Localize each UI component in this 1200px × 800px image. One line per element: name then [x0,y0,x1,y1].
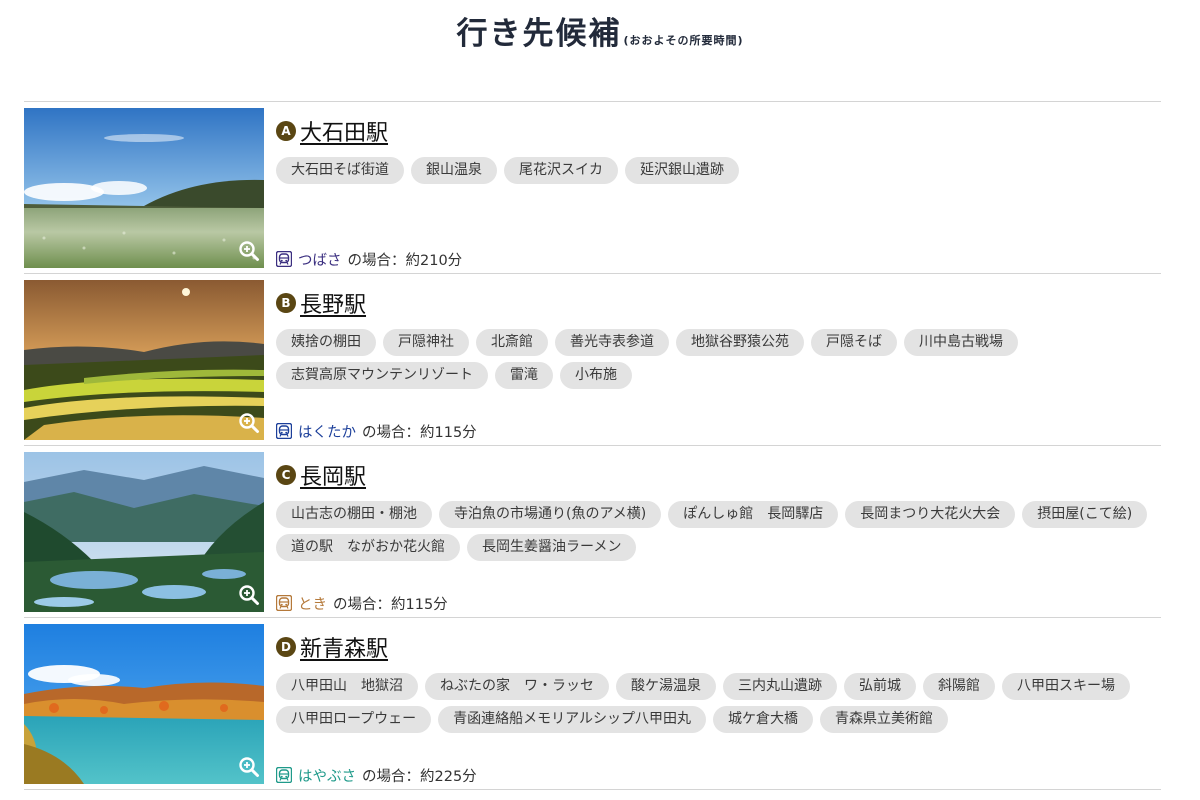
spot-tag[interactable]: 弘前城 [844,673,916,700]
destination-heading: C 長岡駅 [276,459,366,491]
spot-tag[interactable]: 長岡生姜醤油ラーメン [467,534,637,561]
destination-photo[interactable] [24,452,264,612]
train-icon [276,251,292,267]
destination-photo-image [24,624,264,784]
spot-tag[interactable]: 城ケ倉大橋 [713,706,814,733]
spot-tag-list: 大石田そば街道 銀山温泉 尾花沢スイカ 延沢銀山遺跡 [276,157,1156,184]
spot-tag[interactable]: 雷滝 [495,362,553,389]
travel-time-text: の場合：約115分 [333,596,448,613]
destination-badge: A [276,121,296,141]
spot-tag[interactable]: 姨捨の棚田 [276,329,376,356]
spot-tag[interactable]: 銀山温泉 [411,157,497,184]
page-header: 行き先候補 (おおよその所要時間) [0,8,1200,58]
destination-photo[interactable] [24,624,264,784]
destination-badge: C [276,465,296,485]
spot-tag[interactable]: 川中島古戦場 [904,329,1018,356]
spot-tag[interactable]: 摂田屋(こて絵) [1022,501,1148,528]
destination-photo-image [24,280,264,440]
spot-tag[interactable]: 大石田そば街道 [276,157,404,184]
destination-photo-image [24,108,264,268]
destination-photo[interactable] [24,108,264,268]
train-icon [276,767,292,783]
spot-tag[interactable]: 善光寺表参道 [555,329,669,356]
destination-name-link[interactable]: 長野駅 [300,287,366,319]
spot-tag-list: 山古志の棚田・棚池 寺泊魚の市場通り(魚のアメ横) ぽんしゅ館 長岡驛店 長岡まつり大… [276,501,1156,561]
page-title: 行き先候補 [456,16,622,52]
destination-item: B 長野駅 姨捨の棚田 戸隠神社 北斎館 善光寺表参道 地獄谷野猿公苑 戸隠そば 川中島古戦… [24,274,1161,446]
spot-tag[interactable]: 志賀高原マウンテンリゾート [276,362,488,389]
destination-heading: A 大石田駅 [276,115,388,147]
destination-photo[interactable] [24,280,264,440]
destination-item: C 長岡駅 山古志の棚田・棚池 寺泊魚の市場通り(魚のアメ横) ぽんしゅ館 長岡驛店… [24,446,1161,618]
spot-tag[interactable]: 小布施 [560,362,632,389]
train-name: とき [298,596,327,613]
destination-badge: B [276,293,296,313]
destination-body: D 新青森駅 八甲田山 地獄沼 ねぶたの家 ワ・ラッセ 酸ケ湯温泉 三内丸山遺跡 弘前城… [276,618,1161,789]
destination-heading: B 長野駅 [276,287,366,319]
travel-time-text: の場合：約115分 [362,424,477,441]
destination-list: A 大石田駅 大石田そば街道 銀山温泉 尾花沢スイカ 延沢銀山遺跡 つばさ の場合：約… [24,101,1161,790]
train-name: はやぶさ [298,768,356,785]
travel-time-text: の場合：約210分 [347,252,463,269]
travel-time: つばさ の場合：約210分 [276,248,462,270]
spot-tag-list: 姨捨の棚田 戸隠神社 北斎館 善光寺表参道 地獄谷野猿公苑 戸隠そば 川中島古戦場志賀高原マ… [276,329,1156,389]
spot-tag[interactable]: 八甲田ロープウェー [276,706,432,733]
destination-body: C 長岡駅 山古志の棚田・棚池 寺泊魚の市場通り(魚のアメ横) ぽんしゅ館 長岡驛店… [276,446,1161,617]
spot-tag[interactable]: ねぶたの家 ワ・ラッセ [425,673,609,700]
destination-item: D 新青森駅 八甲田山 地獄沼 ねぶたの家 ワ・ラッセ 酸ケ湯温泉 三内丸山遺跡 弘前城… [24,618,1161,790]
spot-tag[interactable]: 寺泊魚の市場通り(魚のアメ横) [439,501,662,528]
spot-tag[interactable]: ぽんしゅ館 長岡驛店 [668,501,839,528]
spot-tag[interactable]: 長岡まつり大花火大会 [845,501,1016,528]
spot-tag[interactable]: 尾花沢スイカ [504,157,618,184]
spot-tag[interactable]: 道の駅 ながおか花火館 [276,534,460,561]
spot-tag[interactable]: 三内丸山遺跡 [723,673,837,700]
destination-name-link[interactable]: 新青森駅 [300,631,388,663]
spot-tag[interactable]: 戸隠神社 [383,329,469,356]
destination-name-link[interactable]: 大石田駅 [300,115,388,147]
zoom-icon[interactable] [238,584,260,606]
zoom-icon[interactable] [238,756,260,778]
spot-tag[interactable]: 酸ケ湯温泉 [616,673,716,700]
spot-tag[interactable]: 八甲田山 地獄沼 [276,673,418,700]
spot-tag[interactable]: 北斎館 [476,329,548,356]
destination-name-link[interactable]: 長岡駅 [300,459,366,491]
train-icon [276,595,292,611]
train-name: はくたか [298,424,356,441]
destination-badge: D [276,637,296,657]
page-subtitle: (おおよその所要時間) [623,34,744,47]
destination-heading: D 新青森駅 [276,631,388,663]
destination-item: A 大石田駅 大石田そば街道 銀山温泉 尾花沢スイカ 延沢銀山遺跡 つばさ の場合：約… [24,102,1161,274]
train-icon [276,423,292,439]
spot-tag[interactable]: 山古志の棚田・棚池 [276,501,432,528]
spot-tag[interactable]: 青森県立美術館 [820,706,949,733]
travel-time: はくたか の場合：約115分 [276,420,477,442]
spot-tag[interactable]: 八甲田スキー場 [1002,673,1130,700]
destination-body: B 長野駅 姨捨の棚田 戸隠神社 北斎館 善光寺表参道 地獄谷野猿公苑 戸隠そば 川中島古戦… [276,274,1161,445]
zoom-icon[interactable] [238,240,260,262]
travel-time-text: の場合：約225分 [362,768,477,785]
spot-tag[interactable]: 斜陽館 [923,673,995,700]
spot-tag[interactable]: 延沢銀山遺跡 [625,157,739,184]
train-name: つばさ [298,252,342,269]
spot-tag-list: 八甲田山 地獄沼 ねぶたの家 ワ・ラッセ 酸ケ湯温泉 三内丸山遺跡 弘前城 斜陽館 八甲田ス… [276,673,1156,733]
destination-photo-image [24,452,264,612]
destination-body: A 大石田駅 大石田そば街道 銀山温泉 尾花沢スイカ 延沢銀山遺跡 つばさ の場合：約… [276,102,1161,273]
zoom-icon[interactable] [238,412,260,434]
travel-time: とき の場合：約115分 [276,592,448,614]
travel-time: はやぶさ の場合：約225分 [276,764,477,786]
spot-tag[interactable]: 青函連絡船メモリアルシップ八甲田丸 [438,706,707,733]
spot-tag[interactable]: 地獄谷野猿公苑 [676,329,804,356]
spot-tag[interactable]: 戸隠そば [811,329,897,356]
